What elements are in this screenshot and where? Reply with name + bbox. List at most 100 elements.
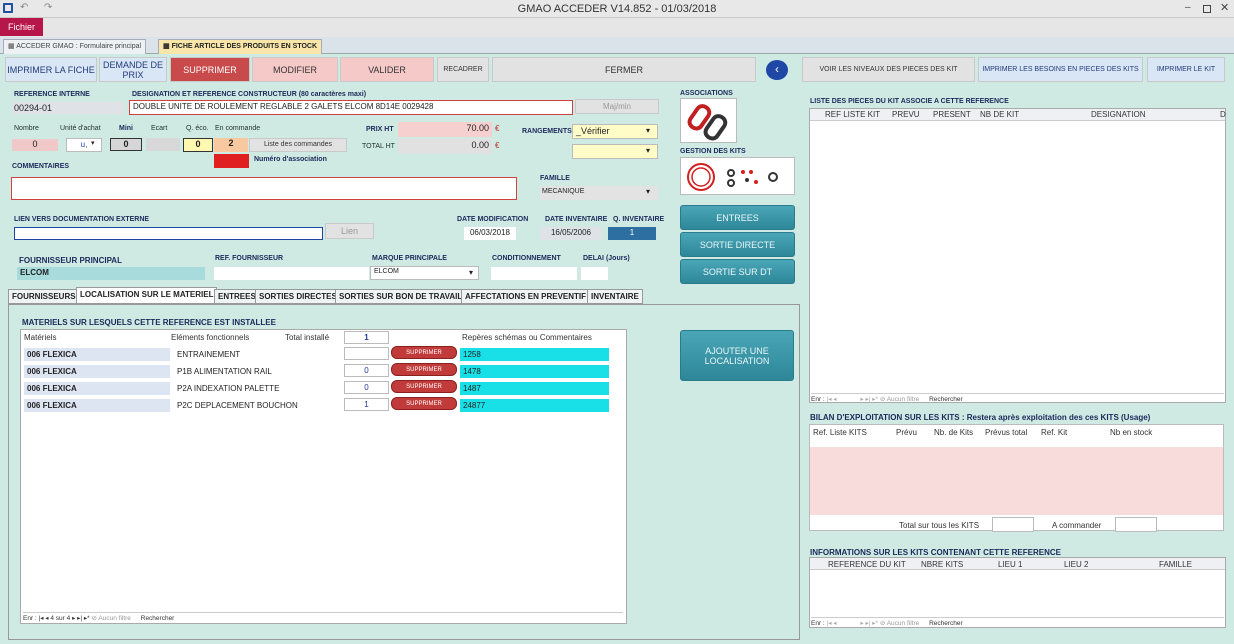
table-row-qty[interactable]: 0 bbox=[344, 364, 389, 377]
table-row-repere[interactable]: 1478 bbox=[460, 365, 609, 378]
cond-label: CONDITIONNEMENT bbox=[492, 255, 561, 262]
table-row-repere[interactable]: 1487 bbox=[460, 382, 609, 395]
chevron-down-icon[interactable]: ▾ bbox=[646, 146, 650, 155]
table-row-element[interactable]: P2C DEPLACEMENT BOUCHON bbox=[174, 399, 338, 412]
table-row-materiel[interactable]: 006 FLEXICA bbox=[24, 399, 170, 412]
liste-commandes-button[interactable]: Liste des commandes bbox=[249, 138, 347, 152]
first-record-icon[interactable]: |◂ ◂ bbox=[827, 620, 839, 627]
supprimer-row-button[interactable]: SUPPRIMER bbox=[391, 380, 457, 393]
lien-field[interactable] bbox=[14, 227, 323, 240]
search-label[interactable]: Rechercher bbox=[929, 620, 963, 627]
subtab-fournisseurs[interactable]: FOURNISSEURS bbox=[8, 289, 80, 304]
chevron-down-icon[interactable]: ▾ bbox=[646, 126, 650, 135]
sortie-directe-button[interactable]: SORTIE DIRECTE bbox=[680, 232, 795, 257]
subtab-sorties-bon-travail[interactable]: SORTIES SUR BON DE TRAVAIL bbox=[335, 289, 467, 304]
designation-field[interactable]: DOUBLE UNITE DE ROULEMENT REGLABLE 2 GAL… bbox=[129, 100, 573, 115]
filter-label[interactable]: Aucun filtre bbox=[98, 615, 131, 622]
table-row-element[interactable]: ENTRAINEMENT bbox=[174, 348, 338, 361]
record-position[interactable]: 4 sur 4 bbox=[50, 615, 70, 622]
record-label: Enr : bbox=[811, 620, 825, 627]
commentaires-field[interactable] bbox=[11, 177, 517, 200]
file-menu-button[interactable]: Fichier bbox=[0, 18, 43, 36]
back-arrow-icon[interactable]: ‹ bbox=[766, 60, 788, 80]
last-record-icon[interactable]: ▸ ▸| ▸* bbox=[860, 620, 879, 627]
subtab-inventaire[interactable]: INVENTAIRE bbox=[587, 289, 643, 304]
mini-field[interactable]: 0 bbox=[110, 138, 142, 151]
last-record-icon[interactable]: ▸ ▸| ▸* bbox=[860, 396, 879, 403]
lien-button[interactable]: Lien bbox=[325, 223, 374, 239]
supprimer-row-button[interactable]: SUPPRIMER bbox=[391, 397, 457, 410]
subtab-affectations-preventif[interactable]: AFFECTATIONS EN PREVENTIF bbox=[461, 289, 591, 304]
chain-link-icon[interactable] bbox=[680, 98, 737, 143]
close-icon[interactable]: ✕ bbox=[1220, 1, 1229, 14]
table-row-qty[interactable]: 0 bbox=[344, 381, 389, 394]
filter-label[interactable]: Aucun filtre bbox=[887, 396, 920, 403]
first-record-icon[interactable]: |◂ ◂ bbox=[39, 615, 51, 622]
table-row-materiel[interactable]: 006 FLEXICA bbox=[24, 382, 170, 395]
filter-label[interactable]: Aucun filtre bbox=[887, 620, 920, 627]
nombre-field[interactable]: 0 bbox=[12, 139, 58, 151]
marque-select[interactable]: ELCOM bbox=[370, 266, 479, 280]
voir-niveaux-button[interactable]: VOIR LES NIVEAUX DES PIECES DES KIT bbox=[802, 57, 975, 82]
search-label[interactable]: Rechercher bbox=[141, 615, 175, 622]
table-row-element[interactable]: P2A INDEXATION PALETTE bbox=[174, 382, 338, 395]
unite-select[interactable]: u, bbox=[66, 138, 102, 152]
filter-icon[interactable]: ⊘ bbox=[880, 620, 887, 627]
en-commande-field: 2 bbox=[214, 138, 248, 152]
subtab-sorties-directes[interactable]: SORTIES DIRECTES bbox=[255, 289, 341, 304]
imprimer-besoins-button[interactable]: IMPRIMER LES BESOINS EN PIECES DES KITS bbox=[978, 57, 1143, 82]
modifier-button[interactable]: MODIFIER bbox=[252, 57, 338, 82]
minimize-icon[interactable]: – bbox=[1185, 2, 1191, 13]
infos-title: INFORMATIONS SUR LES KITS CONTENANT CETT… bbox=[810, 548, 1061, 557]
table-row-qty[interactable] bbox=[344, 347, 389, 360]
famille-select[interactable]: MECANIQUE bbox=[540, 186, 658, 200]
recadrer-button[interactable]: RECADRER bbox=[437, 57, 489, 82]
table-row-repere[interactable]: 1258 bbox=[460, 348, 609, 361]
chevron-down-icon[interactable]: ▾ bbox=[91, 139, 95, 147]
last-record-icon[interactable]: ▸ ▸| ▸* bbox=[72, 615, 91, 622]
datemod-field[interactable]: 06/03/2018 bbox=[464, 227, 516, 240]
imprimer-fiche-button[interactable]: IMPRIMER LA FICHE bbox=[5, 57, 97, 82]
qeco-field[interactable]: 0 bbox=[183, 138, 213, 152]
fournisseur-field[interactable]: ELCOM bbox=[17, 267, 205, 280]
reffourn-field[interactable] bbox=[214, 267, 369, 280]
maximize-icon[interactable] bbox=[1203, 5, 1211, 13]
supprimer-row-button[interactable]: SUPPRIMER bbox=[391, 346, 457, 359]
form-icon: ▦ bbox=[8, 43, 17, 50]
subtab-localisation[interactable]: LOCALISATION SUR LE MATERIEL bbox=[76, 287, 218, 304]
a-commander-label: A commander bbox=[1052, 521, 1102, 530]
imprimer-kit-button[interactable]: IMPRIMER LE KIT bbox=[1147, 57, 1225, 82]
entrees-button[interactable]: ENTREES bbox=[680, 205, 795, 230]
table-row-materiel[interactable]: 006 FLEXICA bbox=[24, 348, 170, 361]
tab-fiche-article[interactable]: ▦ FICHE ARTICLE DES PRODUITS EN STOCK bbox=[158, 39, 323, 54]
filter-icon[interactable]: ⊘ bbox=[880, 396, 887, 403]
ref-interne-field[interactable]: 00294-01 bbox=[12, 102, 124, 114]
search-label[interactable]: Rechercher bbox=[929, 396, 963, 403]
chevron-down-icon[interactable]: ▾ bbox=[646, 187, 650, 196]
fermer-button[interactable]: FERMER bbox=[492, 57, 756, 82]
prixht-label: PRIX HT bbox=[366, 126, 394, 133]
bilan-body bbox=[810, 447, 1223, 515]
kit-seals-icon[interactable] bbox=[680, 157, 795, 195]
table-row-element[interactable]: P1B ALIMENTATION RAIL bbox=[174, 365, 338, 378]
table-row-materiel[interactable]: 006 FLEXICA bbox=[24, 365, 170, 378]
ajouter-localisation-button[interactable]: AJOUTER UNE LOCALISATION bbox=[680, 330, 794, 381]
record-nav-bar: Enr : |◂ ◂ ▸ ▸| ▸* ⊘ Aucun filtre Recher… bbox=[811, 617, 1224, 627]
window-title: GMAO ACCEDER V14.852 - 01/03/2018 bbox=[517, 3, 717, 15]
supprimer-row-button[interactable]: SUPPRIMER bbox=[391, 363, 457, 376]
delai-field[interactable] bbox=[581, 267, 608, 280]
valider-button[interactable]: VALIDER bbox=[340, 57, 434, 82]
prixht-field[interactable]: 70.00 bbox=[398, 122, 492, 137]
first-record-icon[interactable]: |◂ ◂ bbox=[827, 396, 839, 403]
total-installe-field: 1 bbox=[344, 331, 389, 344]
cond-field[interactable] bbox=[491, 267, 577, 280]
majmin-button[interactable]: Maj/min bbox=[575, 99, 659, 114]
chevron-down-icon[interactable]: ▾ bbox=[469, 268, 473, 277]
sortie-dt-button[interactable]: SORTIE SUR DT bbox=[680, 259, 795, 284]
supprimer-button[interactable]: SUPPRIMER bbox=[170, 57, 250, 82]
table-row-repere[interactable]: 24877 bbox=[460, 399, 609, 412]
demande-prix-button[interactable]: DEMANDE DE PRIX bbox=[99, 57, 167, 82]
tab-main-form[interactable]: ▦ ACCEDER GMAO : Formulaire principal bbox=[3, 39, 147, 54]
table-row-qty[interactable]: 1 bbox=[344, 398, 389, 411]
subtab-entrees[interactable]: ENTREES bbox=[214, 289, 260, 304]
